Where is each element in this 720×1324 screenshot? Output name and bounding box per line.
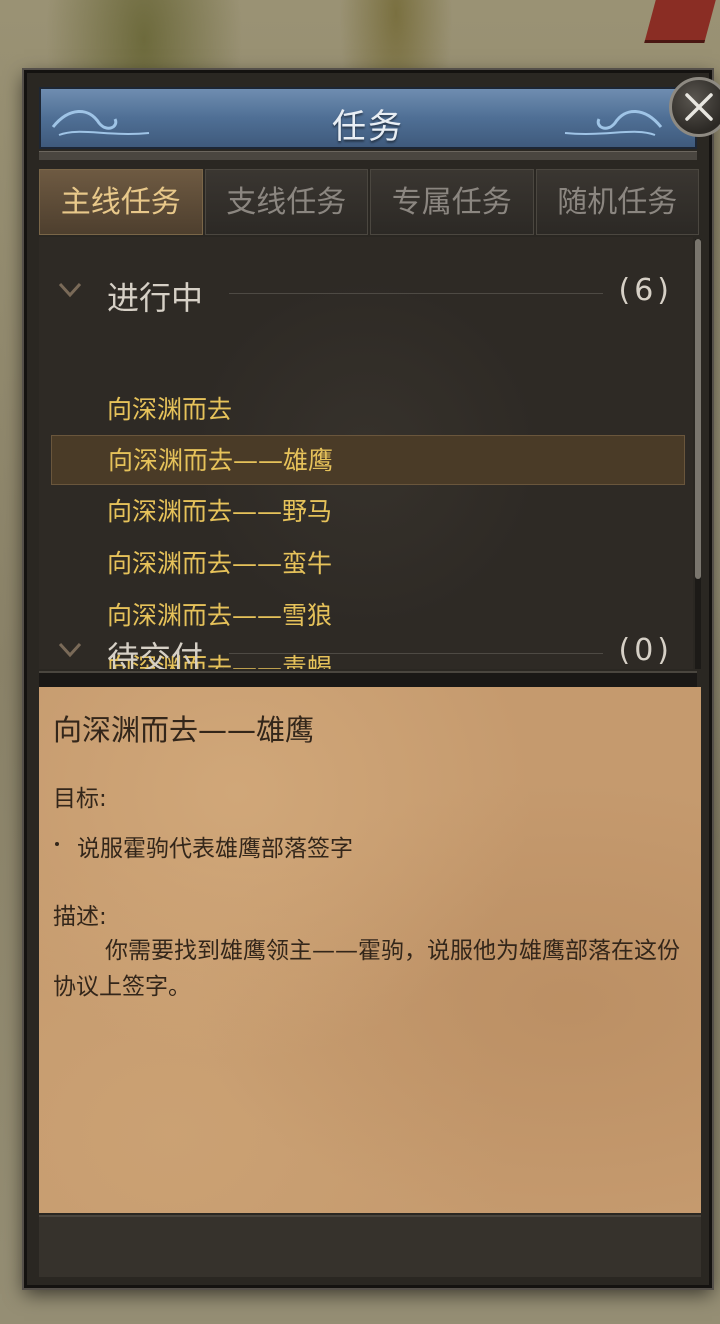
tab-exclusive-quests[interactable]: 专属任务 [370,169,534,235]
quest-panel: 任务 主线任务 支线任务 专属任务 随机任务 进行中 (6) 向深渊而去 向深渊… [24,70,720,1288]
description-label: 描述: [53,904,107,930]
goal-text: 说服霍驹代表雄鹰部落签字 [77,836,353,862]
divider [229,293,603,294]
chevron-down-icon [58,282,82,298]
section-count: (6) [618,273,673,308]
goal-item: 说服霍驹代表雄鹰部落签字 [55,829,353,863]
tab-main-quests[interactable]: 主线任务 [39,169,203,235]
tab-side-quests[interactable]: 支线任务 [204,169,368,235]
title-bar: 任务 [39,87,697,149]
quest-list: 进行中 (6) 向深渊而去 向深渊而去——雄鹰 向深渊而去——野马 向深渊而去—… [39,237,693,669]
section-header-pending[interactable]: 待交付 (0) [39,627,693,669]
quest-item-selected[interactable]: 向深渊而去——雄鹰 [51,435,685,485]
scroll-thumb[interactable] [695,239,701,579]
description-text: 你需要找到雄鹰领主——霍驹，说服他为雄鹰部落在这份协议上签字。 [53,938,680,1000]
detail-title: 向深渊而去——雄鹰 [53,713,315,747]
bullet-icon [55,841,59,846]
section-count: (0) [618,633,673,668]
ornament-icon [564,110,663,136]
map-background-building [644,0,716,43]
title-rail [39,151,697,160]
section-title: 待交付 [107,639,204,669]
quest-detail: 向深渊而去——雄鹰 目标: 说服霍驹代表雄鹰部落签字 描述: 你需要找到雄鹰领主… [39,687,701,1213]
quest-item[interactable]: 向深渊而去——野马 [51,487,685,537]
tab-random-quests[interactable]: 随机任务 [535,169,699,235]
quest-item[interactable]: 向深渊而去 [51,385,685,435]
section-title: 进行中 [107,279,204,317]
tab-bar: 主线任务 支线任务 专属任务 随机任务 [39,169,699,235]
close-icon [685,93,713,121]
divider [229,653,603,654]
goal-label: 目标: [53,786,107,812]
section-header-in-progress[interactable]: 进行中 (6) [39,267,693,317]
bottom-bar [39,1215,701,1277]
quest-item[interactable]: 向深渊而去——蛮牛 [51,539,685,589]
close-button[interactable] [669,77,720,137]
scrollbar[interactable] [695,239,701,669]
chevron-down-icon [58,642,82,658]
